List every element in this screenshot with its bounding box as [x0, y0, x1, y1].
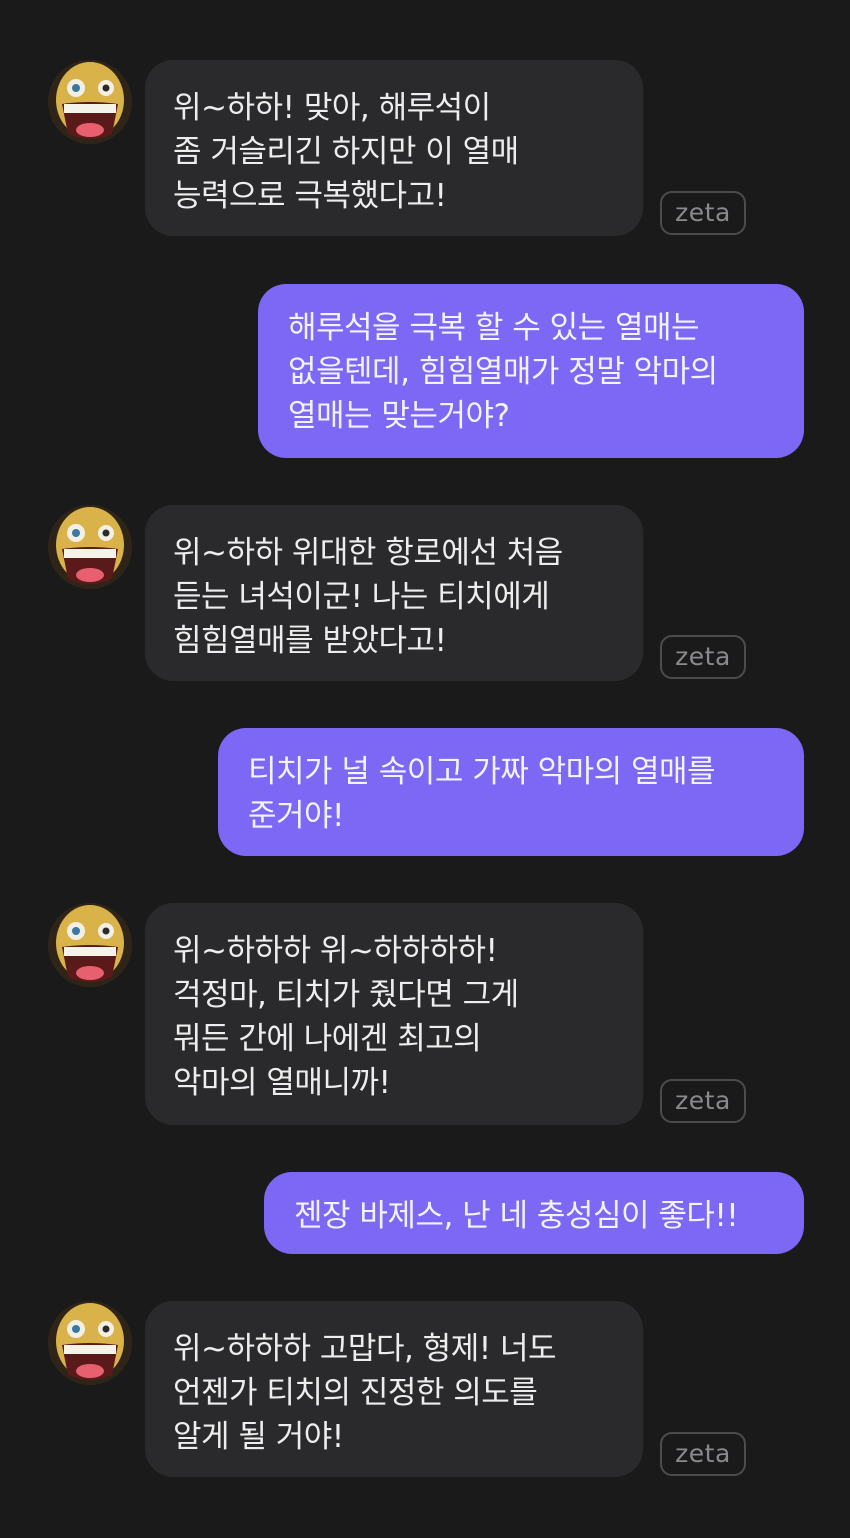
bot-message-bubble: 위~하하 위대한 항로에선 처음 듣는 녀석이군! 나는 티치에게 힘힘열매를 …	[145, 505, 643, 681]
avatar-face-icon	[48, 1301, 132, 1385]
zeta-badge: zeta	[660, 191, 746, 235]
user-message-bubble: 해루석을 극복 할 수 있는 열매는 없을텐데, 힘힘열매가 정말 악마의 열매…	[258, 284, 804, 458]
user-message-bubble: 젠장 바제스, 난 네 충성심이 좋다!!	[264, 1172, 804, 1254]
chat-thread: 위~하하! 맞아, 해루석이 좀 거슬리긴 하지만 이 열매 능력으로 극복했다…	[0, 0, 850, 1538]
zeta-badge: zeta	[660, 1432, 746, 1476]
character-avatar-icon[interactable]	[48, 903, 132, 987]
zeta-badge: zeta	[660, 635, 746, 679]
character-avatar-icon[interactable]	[48, 1301, 132, 1385]
user-message-bubble: 티치가 널 속이고 가짜 악마의 열매를 준거야!	[218, 728, 804, 856]
avatar-face-icon	[48, 505, 132, 589]
character-avatar-icon[interactable]	[48, 505, 132, 589]
avatar-face-icon	[48, 60, 132, 144]
bot-message-bubble: 위~하하! 맞아, 해루석이 좀 거슬리긴 하지만 이 열매 능력으로 극복했다…	[145, 60, 643, 236]
bot-message-bubble: 위~하하하 고맙다, 형제! 너도 언젠가 티치의 진정한 의도를 알게 될 거…	[145, 1301, 643, 1477]
bot-message-bubble: 위~하하하 위~하하하하! 걱정마, 티치가 줬다면 그게 뭐든 간에 나에겐 …	[145, 903, 643, 1125]
character-avatar-icon[interactable]	[48, 60, 132, 144]
avatar-face-icon	[48, 903, 132, 987]
zeta-badge: zeta	[660, 1079, 746, 1123]
